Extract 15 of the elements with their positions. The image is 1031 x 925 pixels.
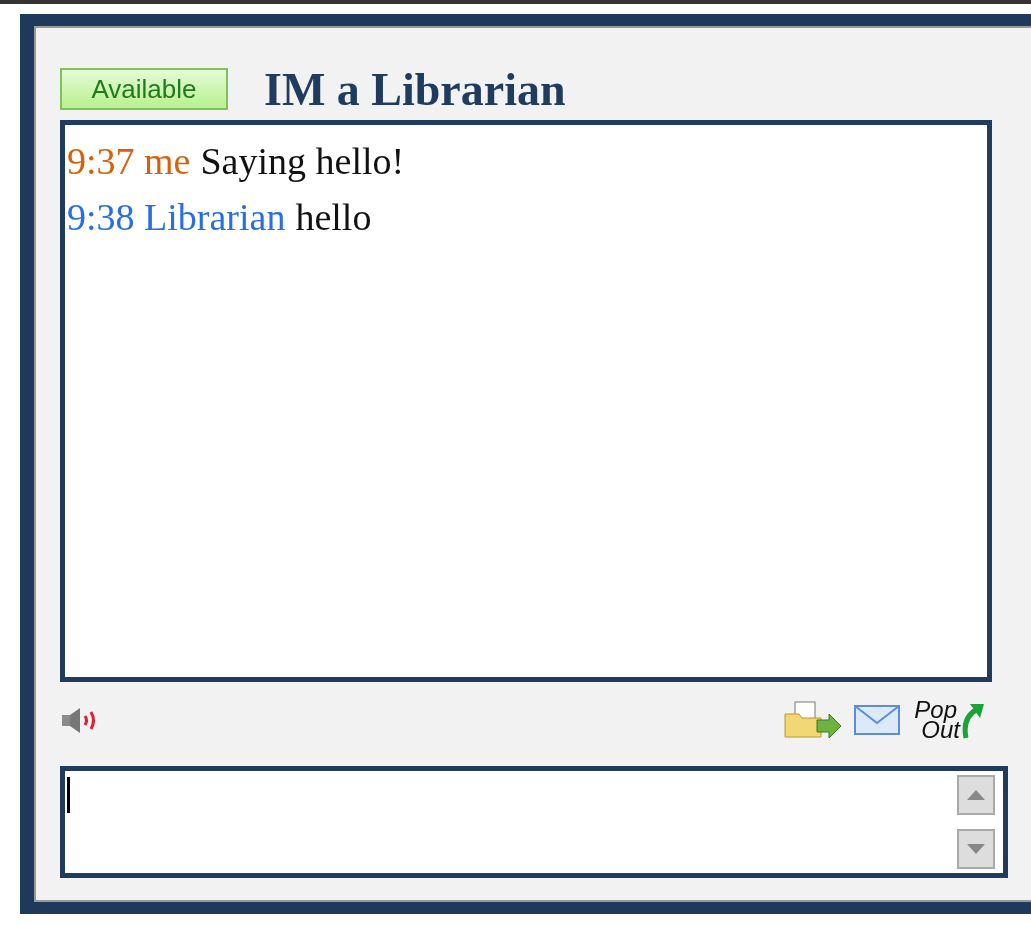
- scroll-down-button[interactable]: [957, 829, 995, 869]
- down-arrow-icon: [966, 843, 986, 855]
- scroll-up-button[interactable]: [957, 775, 995, 815]
- message-sender: 9:38 Librarian: [67, 196, 286, 238]
- envelope-icon[interactable]: [853, 703, 902, 737]
- status-button[interactable]: Available: [60, 68, 228, 110]
- chat-title: IM a Librarian: [264, 62, 566, 116]
- up-arrow-icon: [966, 789, 986, 801]
- text-cursor: [67, 777, 70, 813]
- message-sender: 9:37 me: [67, 140, 191, 182]
- message-text: hello: [295, 196, 372, 238]
- message-text: Saying hello!: [200, 140, 405, 182]
- message-input[interactable]: [60, 766, 1008, 878]
- folder-arrow-icon[interactable]: [781, 700, 844, 740]
- pop-out-button[interactable]: Pop Out: [911, 700, 986, 740]
